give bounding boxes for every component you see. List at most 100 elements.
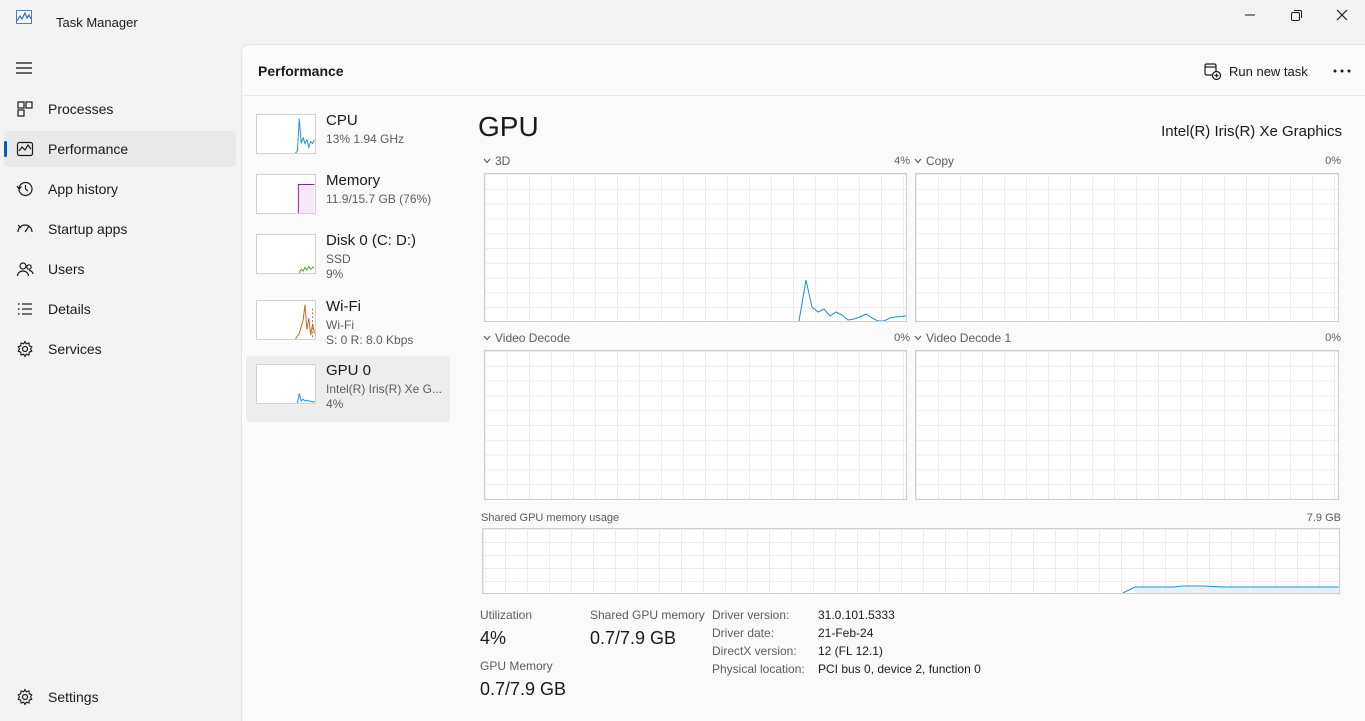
resource-type: SSD	[326, 252, 351, 266]
directx-version-value: 12 (FL 12.1)	[818, 644, 883, 658]
resource-disk[interactable]: Disk 0 (C: D:) SSD 9%	[246, 226, 450, 292]
resource-name: Memory	[326, 172, 381, 189]
performance-icon	[16, 141, 34, 157]
chevron-down-icon	[483, 335, 491, 341]
shared-gpu-memory-label: Shared GPU memory	[590, 608, 705, 622]
nav-label: Services	[48, 341, 102, 357]
resource-memory[interactable]: Memory 11.9/15.7 GB (76%)	[246, 166, 450, 232]
nav-startup-apps[interactable]: Startup apps	[4, 211, 236, 247]
physical-location-value: PCI bus 0, device 2, function 0	[818, 662, 981, 676]
driver-version-value: 31.0.101.5333	[818, 608, 895, 622]
nav-label: Processes	[48, 101, 114, 117]
engine-percent: 4%	[894, 155, 910, 167]
task-manager-icon	[16, 10, 32, 24]
wifi-thumbnail-graph	[256, 300, 316, 340]
history-icon	[16, 181, 33, 197]
minimize-button[interactable]	[1227, 0, 1273, 30]
engine-selector-video-decode-1[interactable]: Video Decode 1	[914, 331, 1011, 345]
engine-selector-video-decode[interactable]: Video Decode	[483, 331, 570, 345]
cpu-thumbnail-graph	[256, 114, 316, 154]
resource-detail: S: 0 R: 8.0 Kbps	[326, 333, 414, 347]
driver-version-label: Driver version:	[712, 608, 790, 622]
memory-thumbnail-graph	[256, 174, 316, 214]
engine-percent: 0%	[1325, 332, 1341, 344]
close-icon	[1336, 9, 1348, 21]
resource-name: Disk 0 (C: D:)	[326, 232, 416, 249]
engine-label: 3D	[495, 154, 511, 168]
active-indicator	[4, 141, 7, 157]
title-bar: Task Manager	[0, 0, 1365, 44]
page-title: Performance	[258, 63, 344, 79]
chevron-down-icon	[483, 158, 491, 164]
chevron-down-icon	[914, 335, 922, 341]
nav-performance[interactable]: Performance	[4, 131, 236, 167]
shared-memory-label: Shared GPU memory usage	[481, 512, 620, 524]
resource-gpu[interactable]: GPU 0 Intel(R) Iris(R) Xe G... 4%	[246, 356, 450, 422]
graph-copy	[915, 173, 1339, 322]
resource-detail: 11.9/15.7 GB (76%)	[326, 192, 432, 206]
nav-label: Startup apps	[48, 221, 128, 237]
gpu-heading: GPU	[478, 111, 539, 142]
run-new-task-button[interactable]: Run new task	[1204, 61, 1308, 81]
hamburger-menu-icon[interactable]	[14, 60, 34, 76]
more-icon	[1333, 69, 1351, 73]
physical-location-label: Physical location:	[712, 662, 805, 676]
driver-date-label: Driver date:	[712, 626, 775, 640]
nav-app-history[interactable]: App history	[4, 171, 236, 207]
services-icon	[17, 340, 33, 358]
resource-type: Wi-Fi	[326, 318, 354, 332]
gpu-thumbnail-graph	[256, 364, 316, 404]
restore-icon	[1290, 9, 1302, 21]
resource-name: GPU 0	[326, 362, 372, 379]
gpu-model-name: Intel(R) Iris(R) Xe Graphics	[1161, 123, 1342, 140]
nav-label: Settings	[48, 689, 99, 705]
chevron-down-icon	[914, 158, 922, 164]
main-panel: Performance Run new task CPU 13% 1.94 GH…	[241, 44, 1365, 721]
resource-cpu[interactable]: CPU 13% 1.94 GHz	[246, 106, 450, 172]
run-task-icon	[1204, 62, 1221, 80]
nav-label: App history	[48, 181, 119, 197]
graph-video-decode-1	[915, 350, 1339, 500]
engine-label: Video Decode 1	[926, 331, 1012, 345]
shared-memory-max: 7.9 GB	[1306, 512, 1341, 524]
page-header: Performance Run new task	[242, 45, 1365, 96]
engine-percent: 0%	[894, 332, 910, 344]
nav-details[interactable]: Details	[4, 291, 236, 327]
window-title: Task Manager	[56, 15, 138, 30]
resource-detail: 9%	[326, 267, 344, 281]
nav-services[interactable]: Services	[4, 331, 236, 367]
resource-detail: 13% 1.94 GHz	[326, 132, 405, 146]
gpu-memory-value: 0.7/7.9 GB	[480, 679, 567, 699]
driver-date-value: 21-Feb-24	[818, 626, 874, 640]
minimize-icon	[1245, 14, 1255, 16]
resource-detail: 4%	[326, 397, 344, 411]
nav-label: Details	[48, 301, 91, 317]
shared-gpu-memory-value: 0.7/7.9 GB	[590, 628, 677, 648]
resource-name: Wi-Fi	[326, 298, 361, 315]
graph-3d	[484, 173, 907, 322]
restore-button[interactable]	[1273, 0, 1319, 30]
engine-selector-3d[interactable]: 3D	[483, 154, 510, 168]
nav-label: Performance	[48, 141, 129, 157]
more-options-button[interactable]	[1330, 59, 1354, 83]
engine-percent: 0%	[1325, 155, 1341, 167]
users-icon	[16, 262, 34, 277]
nav-settings[interactable]: Settings	[4, 679, 236, 715]
disk-thumbnail-graph	[256, 234, 316, 274]
gpu-memory-label: GPU Memory	[480, 659, 553, 673]
resource-type: Intel(R) Iris(R) Xe G...	[326, 382, 443, 396]
utilization-value: 4%	[480, 628, 507, 648]
graph-shared-memory	[482, 528, 1340, 594]
utilization-label: Utilization	[480, 608, 533, 622]
graph-video-decode	[484, 350, 907, 500]
engine-label: Video Decode	[495, 331, 571, 345]
resource-wifi[interactable]: Wi-Fi Wi-Fi S: 0 R: 8.0 Kbps	[246, 292, 450, 358]
engine-label: Copy	[926, 154, 955, 168]
resource-name: CPU	[326, 112, 358, 129]
nav-processes[interactable]: Processes	[4, 91, 236, 127]
directx-version-label: DirectX version:	[712, 644, 797, 658]
nav-users[interactable]: Users	[4, 251, 236, 287]
engine-selector-copy[interactable]: Copy	[914, 154, 954, 168]
details-icon	[18, 303, 32, 315]
close-button[interactable]	[1319, 0, 1365, 30]
